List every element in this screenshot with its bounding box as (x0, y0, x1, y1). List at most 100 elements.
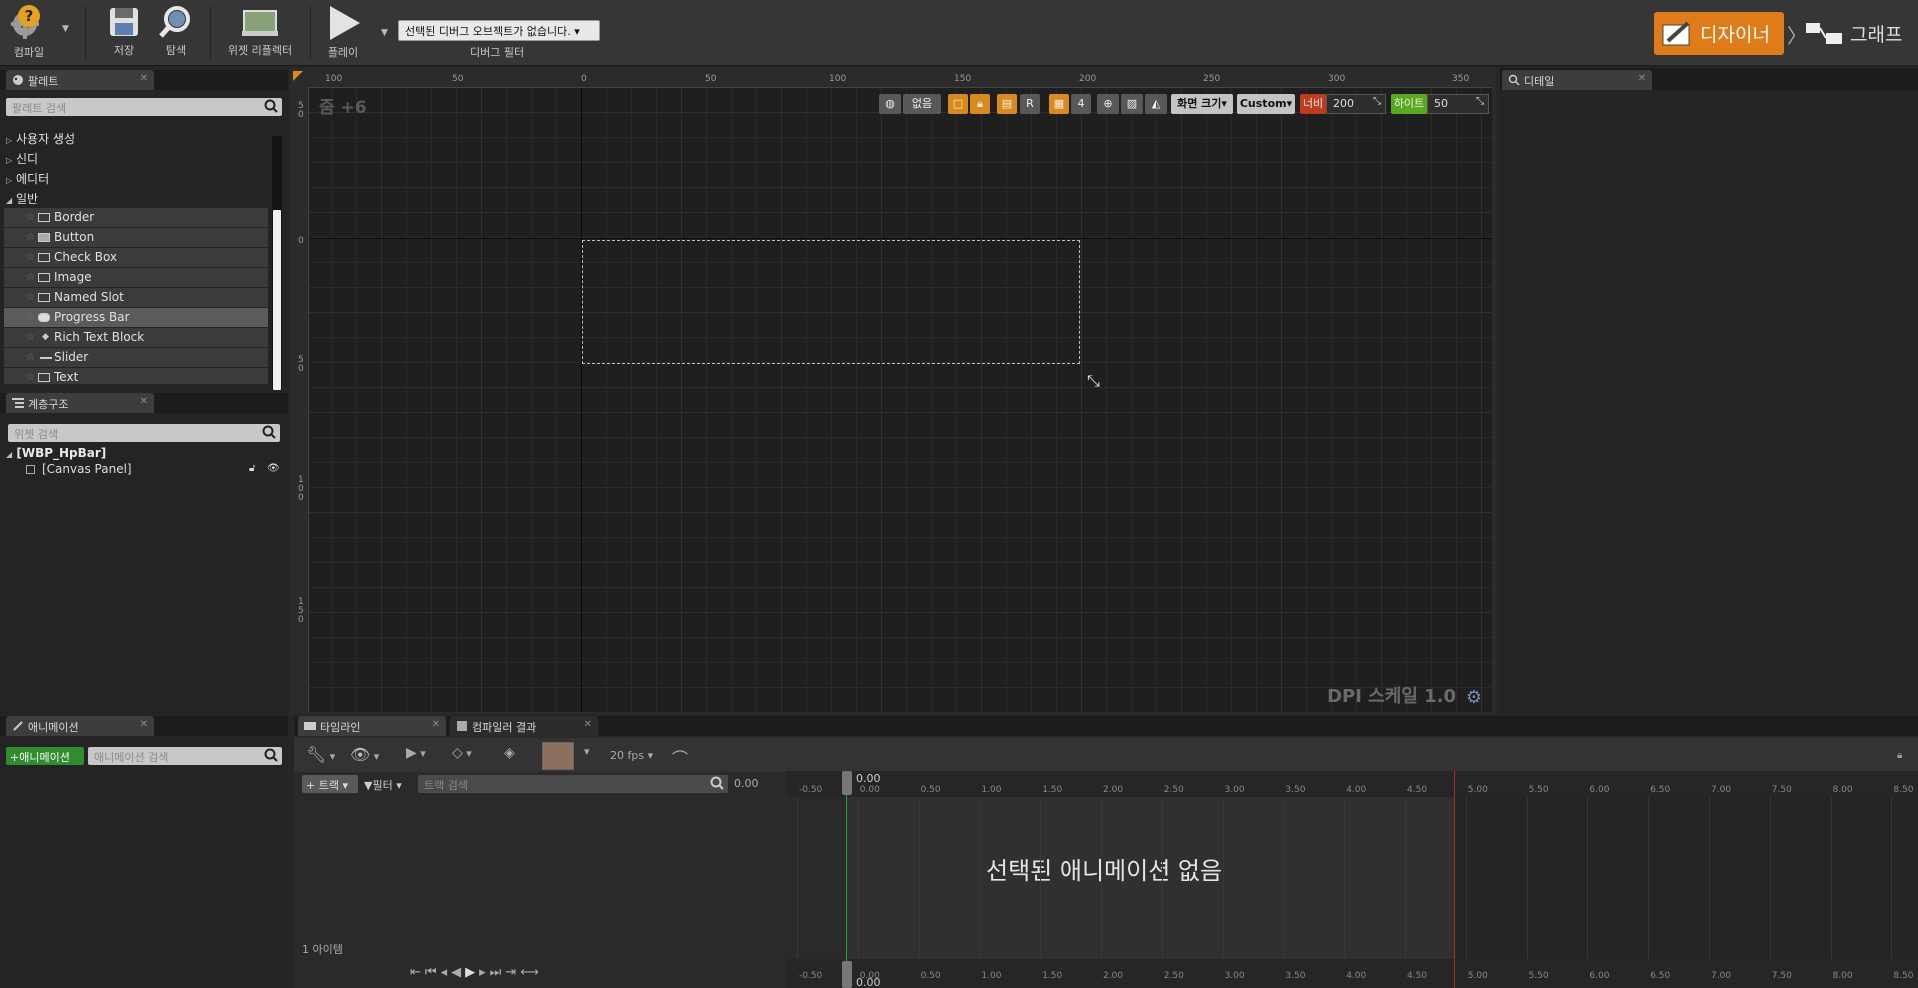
world-icon[interactable]: ◍ (879, 94, 901, 114)
tab-timeline[interactable]: 타임라인 ✕ (298, 716, 446, 736)
end-marker (1454, 771, 1455, 988)
palette-category[interactable]: ◢ 일반 (6, 190, 38, 207)
step-forward-icon: ▸ (479, 965, 490, 980)
lock-icon[interactable]: 🔒︎ (1897, 750, 1902, 761)
close-icon[interactable]: ✕ (140, 396, 148, 407)
camera-lock-icon[interactable] (542, 742, 574, 770)
debug-object-select[interactable]: 선택된 디버그 오브젝트가 없습니다. ▾ (398, 20, 600, 41)
magnifier-icon (1508, 74, 1520, 86)
widget-bounds-outline[interactable] (582, 240, 1080, 364)
screen-size-dropdown[interactable]: 화면 크기▾ (1171, 94, 1233, 114)
palette-item-border[interactable]: ☆ Border (4, 208, 268, 227)
svg-text:?: ? (25, 7, 34, 25)
compile-dropdown-icon[interactable]: ▼ (62, 24, 69, 34)
graph-mode-button[interactable]: 그래프 (1804, 12, 1914, 55)
palette-search-input[interactable]: 팔레트 검색 (6, 98, 282, 116)
width-input[interactable]: 200 ⤡ (1326, 94, 1386, 114)
eye-icon[interactable]: 👁︎ (267, 463, 280, 474)
save-button[interactable]: 저장 (104, 4, 144, 62)
compile-button[interactable]: ? 컴파일 (8, 4, 50, 62)
lock-toggle-icon[interactable]: 🔒︎ (970, 94, 990, 114)
origin-axis-horizontal (309, 238, 1492, 239)
graph-label: 그래프 (1850, 24, 1903, 46)
tick-label: 3.50 (1285, 785, 1306, 795)
tab-animations[interactable]: 애니메이션 ✕ (6, 716, 154, 736)
transport-controls[interactable]: ⇤⏮◂◀▶▸⏭⇥⟷ (410, 965, 543, 980)
close-icon[interactable]: ✕ (140, 719, 148, 730)
animation-search-input[interactable]: 애니메이션 검색 (88, 747, 282, 765)
custom-dropdown[interactable]: Custom▾ (1237, 94, 1295, 114)
palette-category[interactable]: ▷ 신디 (6, 150, 38, 167)
wrench-icon[interactable]: 🔧︎ ▾ (306, 745, 335, 767)
play-dropdown-icon[interactable]: ▼ (381, 28, 388, 38)
r-button[interactable]: R (1020, 94, 1040, 114)
eye-dropdown-icon[interactable]: 👁︎ ▾ (350, 745, 379, 767)
canvas-panel-icon (26, 465, 35, 474)
grid-size-button[interactable]: 4 (1071, 94, 1091, 114)
tick-label: 5.00 (1467, 971, 1488, 981)
height-input[interactable]: 50 ⤡ (1427, 94, 1489, 114)
palette-item-named-slot[interactable]: ☆ Named Slot (4, 288, 268, 307)
browse-button[interactable]: 탐색 (156, 4, 196, 62)
layout-toggle-icon[interactable]: ▤ (997, 94, 1017, 114)
palette-scrollbar[interactable] (272, 136, 282, 390)
tab-details[interactable]: 디테일 ✕ (1502, 70, 1652, 90)
go-end-icon: ⇥ (505, 965, 521, 980)
tick-label: 3.00 (1224, 971, 1245, 981)
fps-dropdown[interactable]: 20 fps ▾ (610, 749, 653, 771)
resize-handle-icon[interactable]: ⤡ (1087, 371, 1100, 391)
gear-icon[interactable]: ⚙ (1466, 687, 1482, 708)
design-canvas[interactable]: ⤡ 줌 +6 DPI 스케일 1.0 ⚙ (309, 88, 1492, 712)
play-options-icon[interactable]: ▶ ▾ (406, 745, 426, 767)
palette-item-slider[interactable]: ☆ Slider (4, 348, 268, 367)
close-icon[interactable]: ✕ (140, 73, 148, 84)
close-icon[interactable]: ✕ (584, 719, 592, 730)
palette-category[interactable]: ▷ 사용자 생성 (6, 130, 75, 147)
tick-line (1830, 797, 1832, 959)
grid-snap-icon[interactable]: ▦ (1049, 94, 1069, 114)
close-icon[interactable]: ✕ (1638, 73, 1646, 84)
mirror-icon[interactable]: ◭ (1145, 94, 1167, 114)
curve-icon[interactable]: ⌒ (672, 745, 688, 768)
add-animation-button[interactable]: +애니메이션 (6, 747, 84, 765)
playhead-handle[interactable] (842, 771, 852, 795)
play-button[interactable]: 플레이 (322, 4, 364, 62)
dpi-scale-label: DPI 스케일 1.0 (1327, 686, 1456, 707)
text-icon (38, 373, 50, 382)
palette-category[interactable]: ▷ 에디터 (6, 170, 49, 187)
palette-item-rich-text-block[interactable]: ☆ ◆ Rich Text Block (4, 328, 268, 347)
widget-reflector-button[interactable]: 위젯 리플렉터 (222, 4, 298, 62)
image-mode-icon[interactable]: ▨ (1121, 94, 1143, 114)
search-icon (264, 99, 278, 113)
square-toggle-icon[interactable]: □ (948, 94, 968, 114)
track-search-input[interactable]: 트랙 검색 (418, 775, 728, 793)
key-auto-icon[interactable]: ◈ (504, 745, 515, 767)
hierarchy-root[interactable]: ◢ [WBP_HpBar] (6, 446, 106, 460)
camera-dropdown-icon[interactable]: ▾ (584, 745, 590, 767)
none-button[interactable]: 없음 (903, 94, 941, 114)
timeline-graph[interactable]: 0.00 0.00 선택된 애니메이션 없음 -0.50 -0.50 0.00 0.0… (786, 771, 1918, 988)
designer-mode-button[interactable]: 디자이너 (1654, 12, 1784, 55)
transform-icon[interactable]: ⊕ (1097, 94, 1119, 114)
palette-item-text[interactable]: ☆ Text (4, 368, 268, 384)
palette-item-check-box[interactable]: ☆ Check Box (4, 248, 268, 267)
hierarchy-canvas-panel[interactable]: [Canvas Panel] (26, 462, 132, 476)
tab-hierarchy[interactable]: 계층구조 ✕ (6, 393, 154, 413)
filter-button[interactable]: ▼필터 ▾ (364, 777, 402, 793)
key-icon[interactable]: ◇ ▾ (452, 745, 472, 767)
hierarchy-search-input[interactable]: 위젯 검색 (8, 424, 280, 442)
play-label: 플레이 (327, 46, 359, 59)
close-icon[interactable]: ✕ (432, 719, 440, 730)
palette-item-image[interactable]: ☆ Image (4, 268, 268, 287)
lock-icon[interactable]: 🔓︎ (249, 463, 255, 474)
main-toolbar: ? 컴파일 ▼ 저장 탐색 위젯 리플렉터 플레이 ▼ 선택된 디버그 오브젝트… (0, 0, 1918, 66)
palette-item-progress-bar[interactable]: ☆ Progress Bar (4, 308, 268, 327)
tick-label: 6.50 (1650, 785, 1671, 795)
add-track-button[interactable]: + 트랙 ▾ (302, 775, 358, 793)
playhead-handle-bottom[interactable] (842, 961, 852, 988)
tick-line (1101, 797, 1102, 959)
tab-compiler-results[interactable]: 컴파일러 결과 ✕ (450, 716, 598, 736)
palette-item-button[interactable]: ☆ Button (4, 228, 268, 247)
tick-label: 1.50 (1042, 971, 1063, 981)
tab-palette[interactable]: 팔레트 ✕ (6, 70, 154, 90)
